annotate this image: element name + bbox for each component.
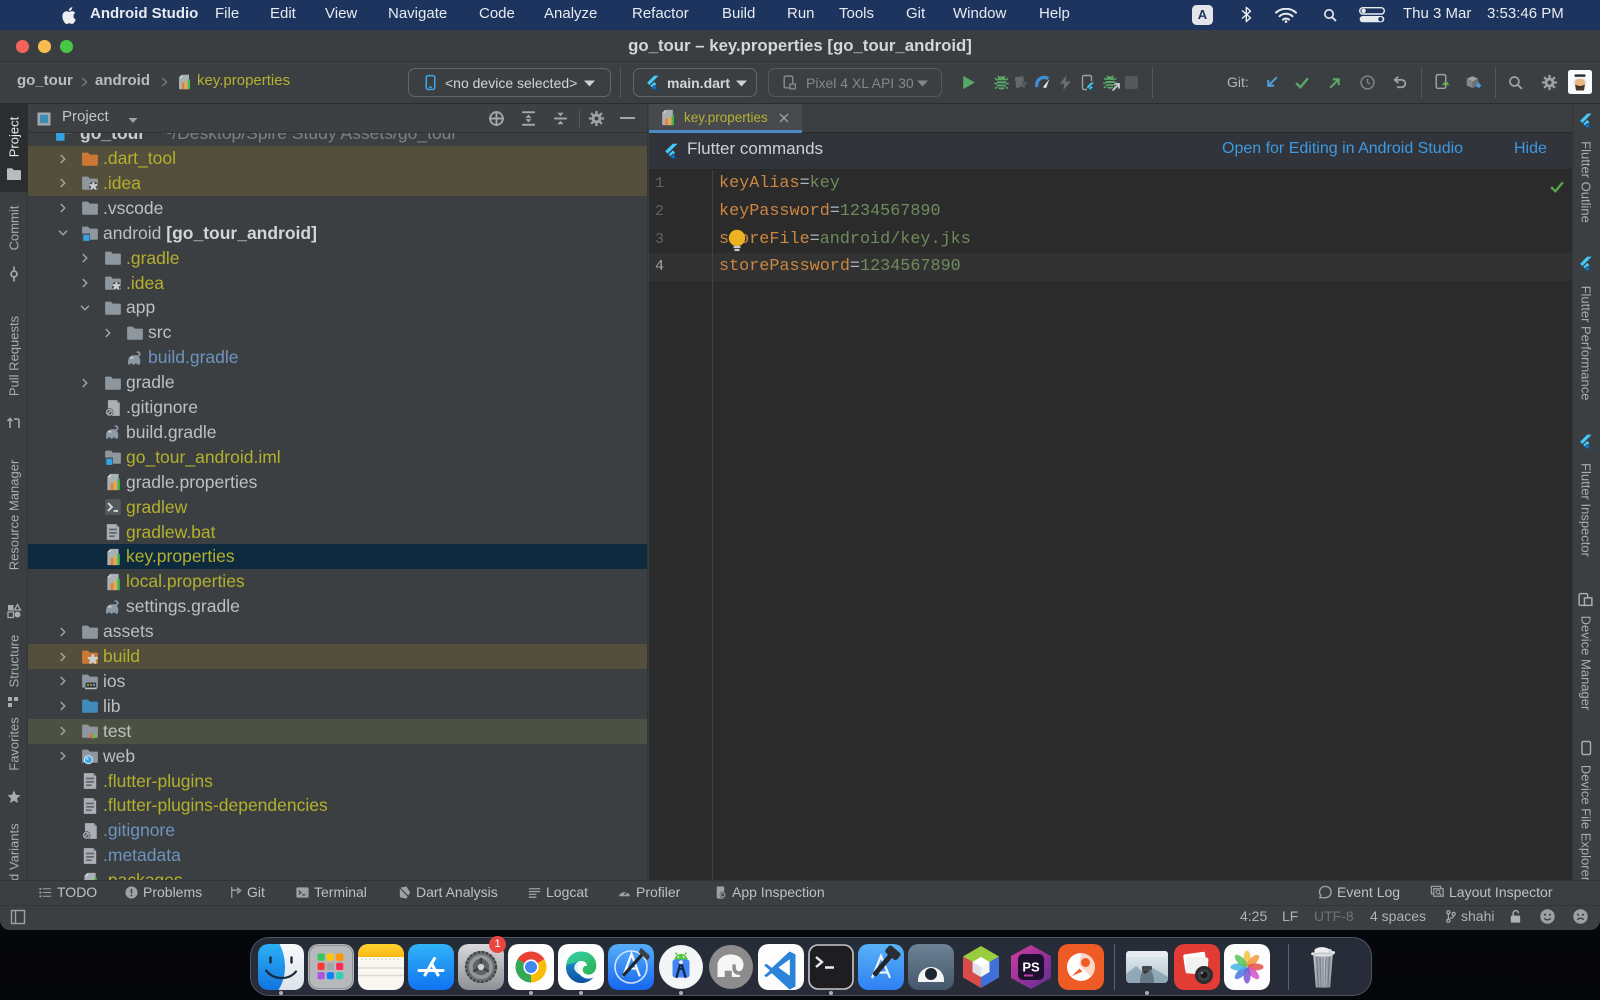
svg-text:PS: PS bbox=[1022, 960, 1040, 975]
